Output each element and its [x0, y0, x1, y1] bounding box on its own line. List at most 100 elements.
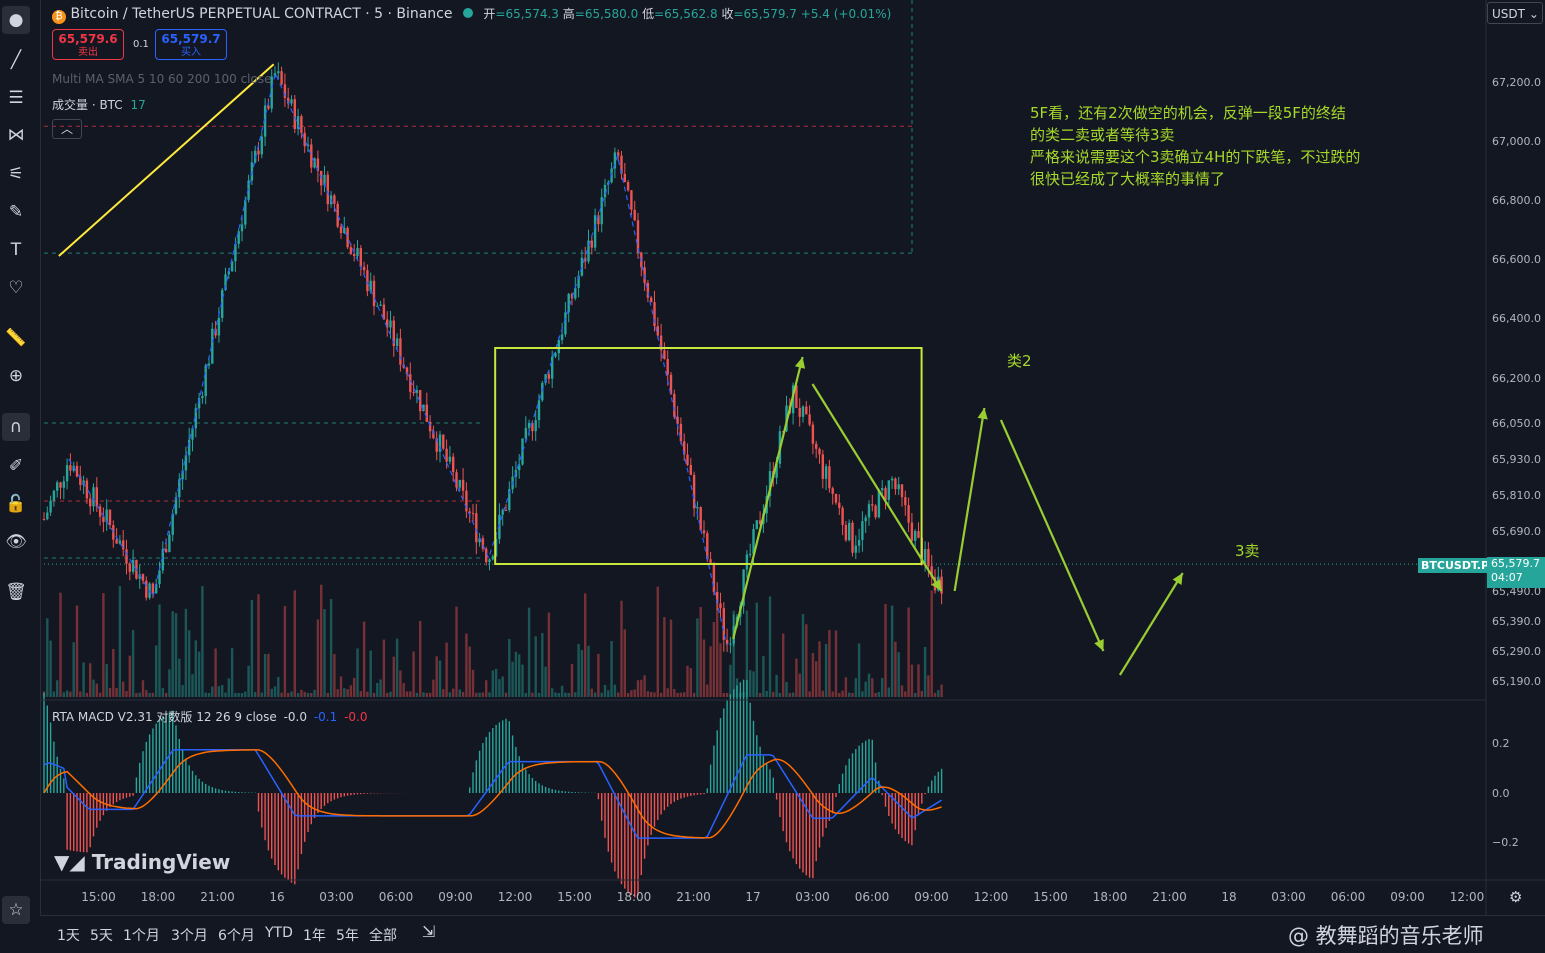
volume-bar [75, 605, 79, 697]
volume-bar [762, 655, 765, 697]
projection-arrow [953, 407, 986, 592]
volume-bar [570, 663, 574, 697]
candle-body [158, 570, 161, 584]
projection-arrowhead [794, 357, 806, 369]
candle-body [633, 209, 636, 221]
symbol-legend: ₿ Bitcoin / TetherUS PERPETUAL CONTRACT … [52, 5, 891, 24]
candle-body [900, 484, 904, 498]
volume-bar [752, 671, 755, 697]
time-tick-label: 18 [1221, 890, 1236, 904]
candle-body [62, 481, 65, 488]
volume-bar [46, 618, 49, 697]
candle-body [46, 512, 49, 520]
volume-bar [135, 692, 138, 697]
note-line-4: 很快已经成了大概率的事情了 [1030, 170, 1226, 188]
volume-bar [148, 693, 151, 697]
volume-bar [349, 685, 353, 697]
range-5y[interactable]: 5年 [336, 925, 359, 945]
range-1d[interactable]: 1天 [57, 925, 80, 945]
range-all[interactable]: 全部 [369, 925, 397, 945]
range-ytd[interactable]: YTD [265, 925, 293, 941]
volume-bar [821, 690, 824, 697]
volume-bar [382, 639, 386, 697]
chevron-up-icon[interactable]: ︿ [52, 119, 82, 139]
time-tick-label: 21:00 [200, 890, 235, 904]
buy-price: 65,579.7 [161, 32, 221, 46]
time-tick-label: 21:00 [676, 890, 711, 904]
volume-bar [310, 693, 313, 697]
time-tick-label: 09:00 [438, 890, 473, 904]
time-tick-label: 06:00 [855, 890, 890, 904]
volume-legend[interactable]: 成交量 · BTC 17 [52, 96, 146, 113]
symbol-title[interactable]: Bitcoin / TetherUS PERPETUAL CONTRACT · … [70, 6, 452, 22]
volume-bar [339, 676, 343, 697]
candle-body [349, 247, 353, 254]
volume-bar [897, 652, 900, 697]
volume-bar [669, 619, 673, 697]
candle-body [234, 243, 237, 262]
price-tick-label: 65,810.0 [1492, 489, 1541, 502]
volume-bar [435, 656, 438, 697]
range-3m[interactable]: 3个月 [171, 925, 208, 945]
volume-bar [237, 692, 240, 697]
volume-bar [491, 670, 494, 697]
projection-arrow [999, 419, 1105, 652]
volume-bar [244, 691, 247, 697]
volume-bar [389, 691, 392, 697]
volume-label: 成交量 · BTC [52, 98, 123, 112]
goto-date-icon[interactable]: ⇲ [422, 922, 435, 941]
candle-body [244, 199, 247, 225]
volume-bar [475, 692, 478, 697]
volume-bar [864, 681, 867, 697]
volume-bar [914, 692, 917, 697]
candle-body [92, 487, 95, 507]
volume-bar [716, 603, 719, 697]
volume-bar [250, 599, 254, 697]
volume-bar [501, 676, 504, 697]
volume-bar [102, 593, 105, 697]
macd-legend[interactable]: RTA MACD V2.31 对数版 12 26 9 close -0.0 -0… [52, 708, 368, 725]
candle-body [857, 540, 861, 546]
candle-body [702, 530, 706, 534]
volume-bar [659, 692, 663, 697]
volume-bar [580, 649, 584, 697]
sell-button[interactable]: 65,579.6 卖出 [52, 29, 124, 60]
volume-bar [587, 645, 590, 697]
volume-bar [207, 692, 211, 697]
range-6m[interactable]: 6个月 [218, 925, 255, 945]
projection-arrow [1118, 572, 1184, 676]
volume-bar [290, 691, 293, 697]
candle-body [105, 509, 108, 522]
price-tick-label: 65,390.0 [1492, 615, 1541, 628]
range-5d[interactable]: 5天 [90, 925, 113, 945]
volume-bar [844, 677, 848, 697]
candle-body [89, 498, 92, 507]
volume-bar [320, 584, 323, 697]
volume-bar [758, 692, 762, 697]
candle-body [626, 182, 630, 191]
candle-body [336, 203, 339, 227]
range-1y[interactable]: 1年 [303, 925, 326, 945]
open-value: =65,574.3 [495, 7, 559, 21]
volume-bar [333, 654, 336, 697]
buy-button[interactable]: 65,579.7 买入 [155, 29, 227, 60]
currency-select[interactable]: USDT ⌄ [1487, 2, 1543, 24]
bottom-toolbar: 1天 5天 1个月 3个月 6个月 YTD 1年 5年 全部 ⇲ @ 教舞蹈的音… [40, 915, 1545, 953]
range-1m[interactable]: 1个月 [123, 925, 160, 945]
candle-body [356, 248, 359, 256]
volume-bar [204, 692, 207, 697]
volume-bar [557, 693, 560, 697]
candle-body [471, 513, 475, 515]
gear-icon[interactable]: ⚙ [1509, 888, 1522, 906]
candle-body [395, 338, 399, 347]
candle-body [211, 328, 214, 364]
ma-indicator-legend[interactable]: Multi MA SMA 5 10 60 200 100 close [52, 72, 271, 86]
candle-body [755, 520, 758, 530]
volume-bar [768, 596, 772, 697]
volume-bar [395, 638, 399, 697]
volume-bar [56, 680, 59, 697]
tradingview-logo[interactable]: ▼◢ TradingView [54, 850, 230, 874]
candle-body [491, 556, 494, 560]
volume-bar [254, 691, 257, 697]
candle-body [412, 391, 415, 394]
